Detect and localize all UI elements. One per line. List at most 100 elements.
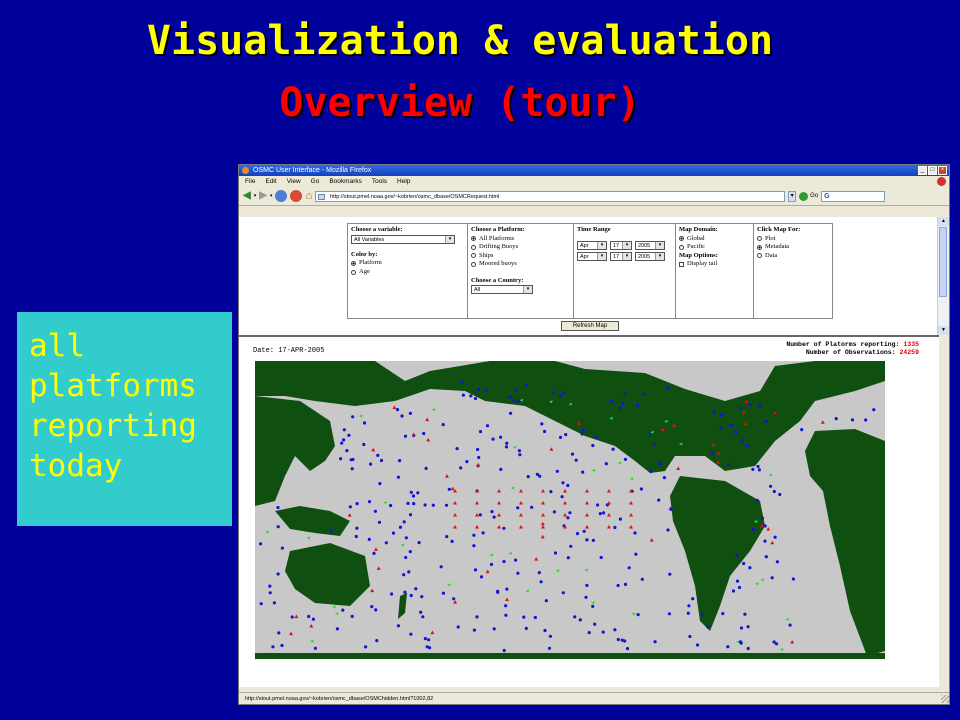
drifter-marker[interactable]: [778, 492, 782, 497]
drifter-marker[interactable]: [403, 434, 408, 438]
drifter-marker[interactable]: [593, 622, 597, 626]
drifter-marker[interactable]: [427, 638, 431, 642]
drifter-marker[interactable]: [504, 613, 508, 617]
forward-icon[interactable]: ▶: [259, 190, 267, 202]
drifter-marker[interactable]: [373, 509, 377, 513]
drifter-marker[interactable]: [739, 641, 743, 645]
drifter-marker[interactable]: [623, 391, 627, 395]
back-icon[interactable]: ◀: [243, 190, 251, 202]
drifter-marker[interactable]: [756, 464, 760, 469]
drifter-marker[interactable]: [731, 589, 736, 593]
drifter-marker[interactable]: [459, 466, 463, 470]
drifter-marker[interactable]: [834, 417, 838, 421]
scroll-up-icon[interactable]: ▲: [938, 217, 949, 226]
drifter-marker[interactable]: [491, 437, 495, 441]
drifter-marker[interactable]: [455, 447, 459, 451]
drifter-marker[interactable]: [700, 612, 704, 617]
country-select[interactable]: All ▾: [471, 285, 533, 294]
drifter-marker[interactable]: [627, 566, 631, 570]
drifter-marker[interactable]: [543, 429, 547, 434]
end-year-select[interactable]: 2005 ▾: [635, 251, 665, 261]
vertical-scrollbar[interactable]: ▲ ▼: [937, 217, 949, 335]
platform-option[interactable]: Drifting Buoys: [471, 243, 570, 252]
drifter-marker[interactable]: [864, 418, 868, 422]
drifter-marker[interactable]: [502, 526, 506, 530]
drifter-marker[interactable]: [404, 536, 408, 540]
drifter-marker[interactable]: [524, 626, 528, 630]
drifter-marker[interactable]: [621, 402, 625, 406]
map-domain-option[interactable]: Pacific: [679, 243, 750, 252]
drifter-marker[interactable]: [613, 628, 617, 632]
drifter-marker[interactable]: [512, 398, 516, 402]
drifter-marker[interactable]: [492, 515, 496, 519]
drifter-marker[interactable]: [505, 587, 509, 591]
drifter-marker[interactable]: [439, 565, 443, 569]
drifter-marker[interactable]: [398, 525, 403, 529]
drifter-marker[interactable]: [389, 503, 393, 508]
drifter-marker[interactable]: [760, 516, 765, 520]
drifter-marker[interactable]: [272, 601, 276, 605]
drifter-marker[interactable]: [543, 628, 547, 633]
drifter-marker[interactable]: [611, 447, 615, 451]
drifter-marker[interactable]: [745, 443, 749, 448]
drifter-marker[interactable]: [509, 411, 513, 415]
drifter-marker[interactable]: [290, 615, 294, 619]
drifter-marker[interactable]: [620, 638, 624, 642]
drifter-marker[interactable]: [445, 535, 449, 539]
drifter-marker[interactable]: [355, 526, 359, 530]
drifter-marker[interactable]: [421, 615, 425, 619]
drifter-marker[interactable]: [739, 626, 744, 630]
drifter-marker[interactable]: [633, 531, 637, 535]
frame-divider[interactable]: [239, 335, 939, 337]
drifter-marker[interactable]: [636, 403, 640, 407]
drifter-marker[interactable]: [668, 572, 672, 576]
drifter-marker[interactable]: [574, 458, 578, 462]
drifter-marker[interactable]: [585, 538, 589, 542]
click-map-option[interactable]: Metadata: [757, 243, 829, 252]
drifter-marker[interactable]: [758, 404, 762, 408]
drifter-marker[interactable]: [547, 646, 552, 650]
drifter-marker[interactable]: [712, 410, 716, 414]
drifter-marker[interactable]: [740, 439, 744, 443]
drifter-marker[interactable]: [729, 423, 733, 428]
drifter-marker[interactable]: [555, 469, 559, 473]
drifter-marker[interactable]: [369, 462, 373, 466]
drifter-marker[interactable]: [601, 630, 605, 634]
drifter-marker[interactable]: [540, 422, 544, 426]
scroll-down-icon[interactable]: ▼: [938, 326, 949, 335]
drifter-marker[interactable]: [695, 643, 700, 647]
reload-icon[interactable]: [275, 190, 288, 202]
drifter-marker[interactable]: [642, 392, 646, 396]
drifter-marker[interactable]: [345, 449, 349, 453]
drifter-marker[interactable]: [706, 625, 710, 629]
maximize-icon[interactable]: □: [928, 166, 937, 175]
drifter-marker[interactable]: [516, 506, 520, 510]
drifter-marker[interactable]: [452, 597, 456, 601]
drifter-marker[interactable]: [408, 550, 412, 554]
drifter-marker[interactable]: [408, 411, 412, 415]
drifter-marker[interactable]: [395, 408, 400, 412]
drifter-marker[interactable]: [788, 623, 792, 627]
drifter-marker[interactable]: [652, 442, 657, 447]
drifter-marker[interactable]: [477, 387, 481, 391]
drifter-marker[interactable]: [485, 424, 490, 428]
drifter-marker[interactable]: [850, 418, 855, 422]
drifter-marker[interactable]: [800, 428, 804, 432]
drifter-marker[interactable]: [475, 615, 479, 619]
drifter-marker[interactable]: [276, 572, 280, 576]
drifter-marker[interactable]: [406, 501, 410, 505]
drifter-marker[interactable]: [669, 507, 673, 511]
drifter-marker[interactable]: [354, 534, 358, 539]
drifter-marker[interactable]: [791, 577, 796, 581]
drifter-marker[interactable]: [376, 453, 380, 457]
drifter-marker[interactable]: [414, 587, 418, 591]
drifter-marker[interactable]: [481, 531, 485, 535]
drifter-marker[interactable]: [686, 611, 690, 615]
drifter-marker[interactable]: [566, 516, 570, 520]
drifter-marker[interactable]: [473, 396, 478, 401]
drifter-marker[interactable]: [450, 539, 454, 543]
minimize-icon[interactable]: _: [918, 166, 927, 175]
display-tail-checkbox[interactable]: Display tail: [679, 260, 750, 269]
drifter-marker[interactable]: [743, 612, 747, 616]
drifter-marker[interactable]: [391, 531, 396, 535]
